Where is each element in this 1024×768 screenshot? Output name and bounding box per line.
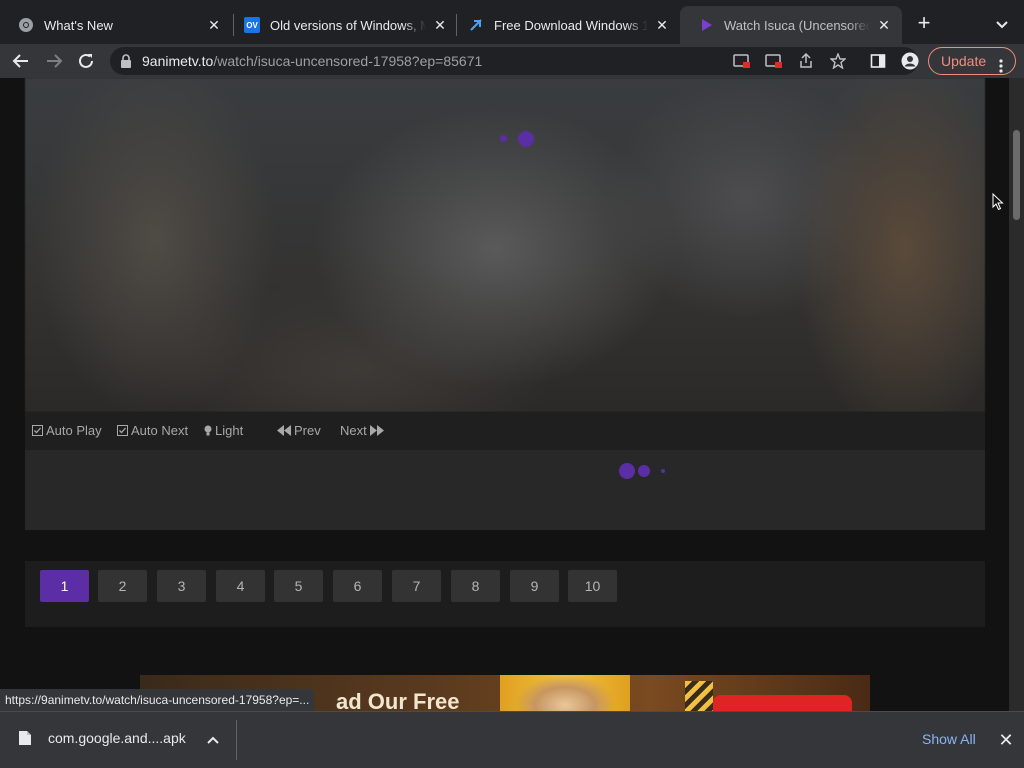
lightbulb-icon	[204, 425, 212, 437]
auto-play-label: Auto Play	[46, 423, 102, 438]
reload-icon	[79, 53, 93, 68]
close-icon[interactable]: ✕	[206, 17, 222, 33]
downloads-bar: com.google.and....apk Show All ✕	[0, 711, 1024, 768]
episode-list: 1 2 3 4 5 6 7 8 9 10	[25, 561, 985, 627]
video-player[interactable]	[25, 78, 985, 412]
url-path: /watch/isuca-uncensored-17958?ep=85671	[213, 53, 483, 69]
close-icon[interactable]: ✕	[654, 17, 670, 33]
ad-banner-stripe	[685, 681, 713, 711]
show-all-downloads-link[interactable]: Show All	[922, 731, 976, 747]
scrollbar-thumb[interactable]	[1013, 130, 1020, 220]
forward-arrow-icon	[47, 54, 63, 68]
episode-button[interactable]: 1	[40, 570, 89, 602]
update-label: Update	[941, 53, 987, 69]
mouse-cursor-icon	[992, 192, 1004, 216]
tab-title: Watch Isuca (Uncensored) o	[724, 17, 870, 33]
loading-dot	[518, 131, 534, 147]
forward-icon	[369, 425, 384, 436]
play-icon	[698, 17, 714, 33]
update-button[interactable]: Update	[928, 47, 1016, 75]
profile-icon[interactable]	[898, 49, 922, 73]
loading-dot	[638, 465, 650, 477]
episode-button[interactable]: 9	[510, 570, 559, 602]
episode-button[interactable]: 8	[451, 570, 500, 602]
forward-button[interactable]	[42, 49, 66, 73]
checkbox-icon	[32, 425, 43, 436]
bookmark-star-icon[interactable]	[828, 51, 848, 71]
url-host: 9animetv.to	[142, 53, 214, 69]
tab-strip: What's New ✕ OV Old versions of Windows,…	[0, 0, 1024, 44]
loading-dot	[619, 463, 635, 479]
prev-episode-button[interactable]: Prev	[277, 423, 321, 438]
close-icon[interactable]: ✕	[432, 17, 448, 33]
ad-banner-text: ad Our Free	[336, 689, 460, 711]
tab-title: Free Download Windows 10	[494, 17, 648, 33]
episode-button[interactable]: 7	[392, 570, 441, 602]
tab-watch-isuca[interactable]: Watch Isuca (Uncensored) o ✕	[680, 6, 902, 44]
episode-button[interactable]: 5	[274, 570, 323, 602]
server-panel	[25, 450, 985, 530]
side-panel-icon[interactable]	[866, 49, 890, 73]
loading-dot	[500, 135, 507, 142]
browser-toolbar: 9animetv.to/watch/isuca-uncensored-17958…	[0, 44, 1024, 78]
file-icon	[18, 730, 32, 746]
address-bar[interactable]: 9animetv.to/watch/isuca-uncensored-17958…	[110, 47, 918, 75]
backward-icon	[277, 425, 291, 436]
download-item[interactable]: com.google.and....apk	[18, 730, 186, 746]
intent-blocked-icon[interactable]	[764, 51, 784, 71]
episode-button[interactable]: 2	[98, 570, 147, 602]
episode-button[interactable]: 6	[333, 570, 382, 602]
tab-old-versions[interactable]: OV Old versions of Windows, Mac ✕	[226, 6, 458, 44]
prev-label: Prev	[294, 423, 321, 438]
tab-title: What's New	[44, 17, 113, 33]
player-controls-bar: Auto Play Auto Next Light Prev Next	[25, 412, 985, 450]
episode-button[interactable]: 4	[216, 570, 265, 602]
url-text: 9animetv.to/watch/isuca-uncensored-17958…	[142, 53, 482, 69]
next-episode-button[interactable]: Next	[340, 423, 387, 438]
tab-free-download[interactable]: Free Download Windows 10 ✕	[450, 6, 680, 44]
close-downloads-bar-icon[interactable]: ✕	[996, 730, 1016, 750]
ad-banner-artwork	[500, 675, 630, 711]
reload-button[interactable]	[74, 49, 98, 73]
auto-next-label: Auto Next	[131, 423, 189, 438]
download-filename: com.google.and....apk	[48, 730, 186, 746]
new-tab-button[interactable]: +	[912, 12, 936, 36]
chevron-up-icon[interactable]	[204, 732, 222, 750]
light-label: Light	[215, 423, 244, 438]
checkbox-icon	[117, 425, 128, 436]
share-icon[interactable]	[796, 51, 816, 71]
tab-whats-new[interactable]: What's New ✕	[0, 6, 232, 44]
close-icon[interactable]: ✕	[876, 17, 892, 33]
auto-next-toggle[interactable]: Auto Next	[117, 423, 188, 438]
link-status-bubble: https://9animetv.to/watch/isuca-uncensor…	[0, 689, 315, 711]
episode-button[interactable]: 3	[157, 570, 206, 602]
episode-button[interactable]: 10	[568, 570, 617, 602]
ov-icon: OV	[244, 17, 260, 33]
loading-dot	[661, 469, 665, 473]
page-content: Auto Play Auto Next Light Prev Next 1 2 …	[0, 78, 1024, 711]
back-button[interactable]	[9, 49, 33, 73]
tab-title: Old versions of Windows, Mac	[270, 17, 426, 33]
feather-icon	[468, 17, 484, 33]
auto-play-toggle[interactable]: Auto Play	[32, 423, 102, 438]
light-toggle[interactable]: Light	[204, 423, 243, 438]
page-scrollbar[interactable]	[1009, 78, 1024, 711]
lock-icon[interactable]	[120, 54, 132, 73]
popup-blocked-icon[interactable]	[732, 51, 752, 71]
divider	[236, 720, 237, 760]
tab-search-chevron-icon[interactable]	[992, 14, 1012, 34]
ad-banner-button[interactable]	[713, 695, 852, 711]
next-label: Next	[340, 423, 367, 438]
back-arrow-icon	[12, 54, 28, 68]
chrome-icon	[18, 17, 34, 33]
